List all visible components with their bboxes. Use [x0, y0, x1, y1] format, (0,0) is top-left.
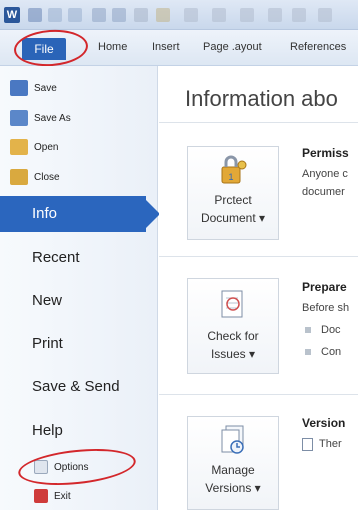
- prepare-bullet-2: Con: [305, 346, 341, 358]
- print-icon[interactable]: [92, 8, 106, 22]
- highlight-icon[interactable]: [240, 8, 254, 22]
- exit-icon: [34, 489, 48, 503]
- folder-close-icon: [10, 169, 28, 185]
- divider: [159, 394, 358, 395]
- nav-tab-info[interactable]: Info: [0, 196, 160, 232]
- document-icon: [302, 437, 313, 451]
- save-as-command[interactable]: Save As: [10, 107, 71, 129]
- protect-label-line1: Prctect: [214, 193, 252, 207]
- save-command[interactable]: Save: [10, 77, 57, 99]
- divider: [159, 256, 358, 257]
- exit-command[interactable]: Exit: [34, 485, 71, 507]
- more-icon[interactable]: [318, 8, 332, 22]
- word-app-icon[interactable]: W: [4, 7, 20, 23]
- prepare-text-1: Before sh: [302, 302, 350, 314]
- permissions-text-2: documer: [302, 186, 345, 198]
- tab-home[interactable]: Home: [98, 41, 127, 53]
- divider: [159, 122, 358, 123]
- versions-text-content: Ther: [319, 438, 342, 450]
- format-painter-icon[interactable]: [156, 8, 170, 22]
- close-command[interactable]: Close: [10, 166, 60, 188]
- prepare-title: Prepare: [302, 280, 347, 294]
- close-label: Close: [34, 171, 60, 183]
- tab-references[interactable]: References: [290, 41, 346, 53]
- protect-label-line2: Document ▾: [200, 211, 266, 225]
- prepare-bullet-1: Doc: [305, 324, 341, 336]
- check-for-issues-button[interactable]: Check for Issues ▾: [187, 278, 279, 374]
- protect-document-button[interactable]: 1 Prctect Document ▾: [187, 146, 279, 240]
- tab-insert[interactable]: Insert: [152, 41, 180, 53]
- save-icon[interactable]: [28, 8, 42, 22]
- versions-icon: [221, 425, 244, 454]
- open-command[interactable]: Open: [10, 136, 58, 158]
- check-document-icon: [221, 290, 243, 318]
- spelling-icon[interactable]: [134, 8, 148, 22]
- permissions-title: Permiss: [302, 146, 349, 160]
- svg-text:1: 1: [228, 172, 233, 182]
- save-icon: [10, 80, 28, 96]
- check-issues-label-line1: Check for: [207, 329, 259, 343]
- nav-tab-new[interactable]: New: [0, 283, 150, 319]
- save-label: Save: [34, 82, 57, 94]
- undo-icon[interactable]: [48, 8, 62, 22]
- manage-versions-button[interactable]: Manage Versions ▾: [187, 416, 279, 510]
- folder-open-icon: [10, 139, 28, 155]
- preview-icon[interactable]: [112, 8, 126, 22]
- shape-icon[interactable]: [292, 8, 306, 22]
- nav-tab-help[interactable]: Help: [0, 413, 150, 449]
- nav-tab-print[interactable]: Print: [0, 326, 150, 362]
- check-issues-label-line2: Issues ▾: [210, 347, 256, 361]
- info-pane: Information abo 1 Prctect Document ▾ Per…: [159, 66, 358, 510]
- pointer-icon[interactable]: [268, 8, 282, 22]
- versions-title: Version: [302, 416, 346, 430]
- tab-page-layout[interactable]: Page .ayout: [203, 41, 262, 53]
- save-as-label: Save As: [34, 112, 71, 124]
- pen-icon[interactable]: [212, 8, 226, 22]
- versions-text-1: Ther: [302, 436, 342, 453]
- nav-tab-recent[interactable]: Recent: [0, 240, 150, 276]
- permissions-text-1: Anyone c: [302, 168, 348, 180]
- page-title: Information abo: [185, 86, 338, 111]
- manage-versions-label-line2: Versions ▾: [205, 481, 261, 495]
- draw-icon[interactable]: [184, 8, 198, 22]
- manage-versions-label-line1: Manage: [211, 463, 255, 477]
- redo-icon[interactable]: [68, 8, 82, 22]
- save-as-icon: [10, 110, 28, 126]
- nav-tab-save-send[interactable]: Save & Send: [0, 369, 150, 405]
- lock-key-icon: 1: [221, 155, 247, 184]
- exit-label: Exit: [54, 490, 71, 502]
- open-label: Open: [34, 141, 59, 153]
- quick-access-toolbar: W: [0, 0, 358, 30]
